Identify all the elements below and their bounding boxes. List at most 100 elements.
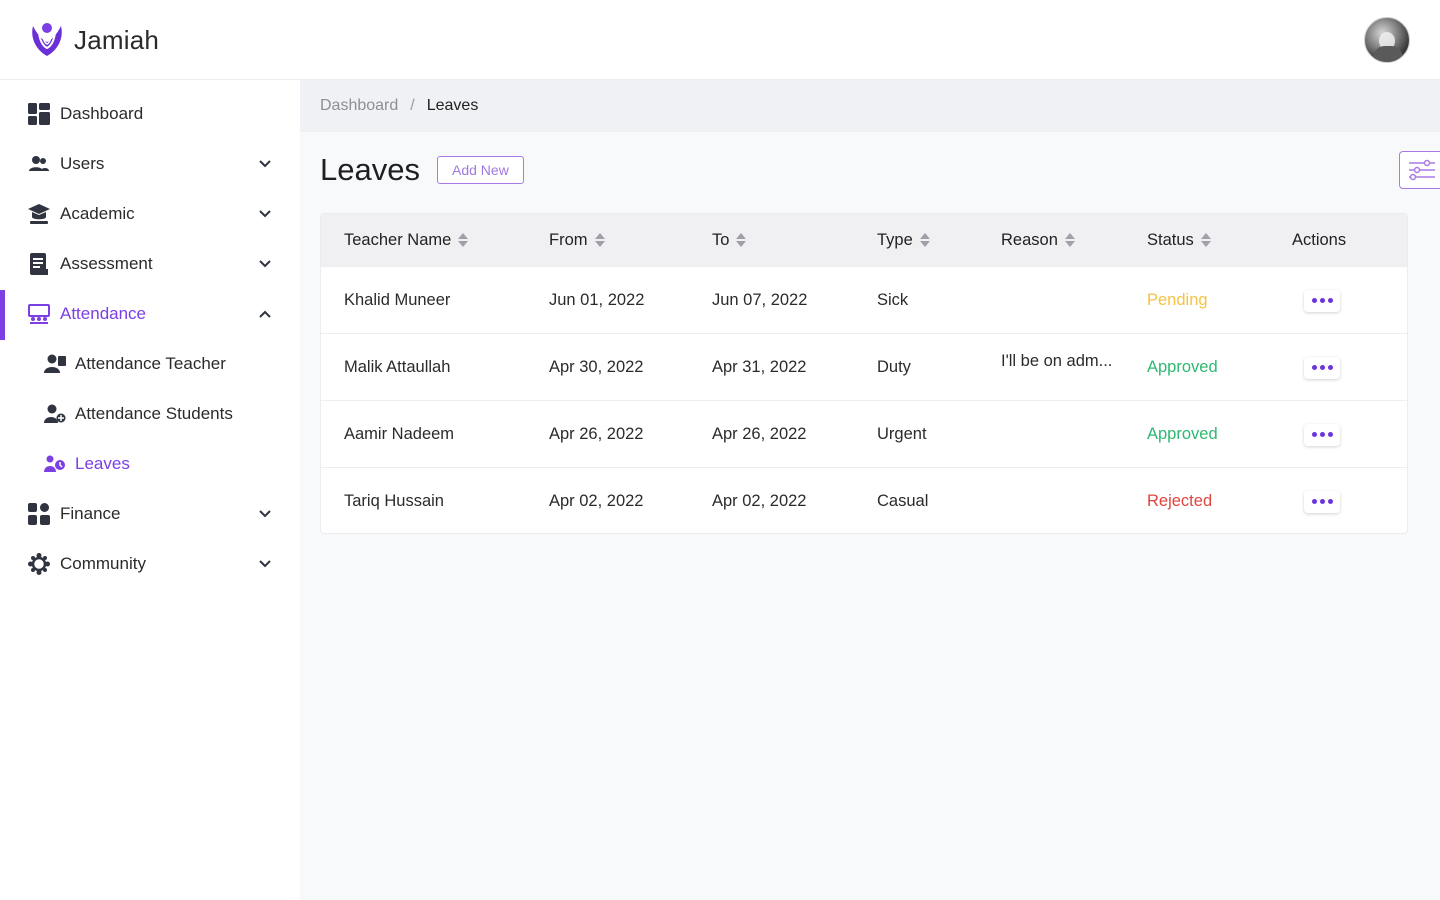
sidebar-item-dashboard[interactable]: Dashboard <box>0 94 300 134</box>
breadcrumb-dashboard-link[interactable]: Dashboard <box>320 97 398 115</box>
breadcrumb-current: Leaves <box>426 97 479 114</box>
sidebar-item-label: Leaves <box>75 454 130 473</box>
sidebar-item-users[interactable]: Users <box>0 144 300 184</box>
community-icon <box>28 553 50 575</box>
cell-type: Urgent <box>877 425 927 443</box>
cell-teacher-name: Tariq Hussain <box>344 492 444 510</box>
chevron-down-icon <box>259 210 271 218</box>
sort-icon <box>594 233 605 247</box>
column-header-from[interactable]: From <box>549 214 605 266</box>
sort-icon <box>736 233 747 247</box>
column-header-label: Teacher Name <box>344 230 452 249</box>
cell-type: Duty <box>877 358 911 376</box>
ellipsis-icon <box>1311 432 1317 437</box>
logo-icon <box>32 23 62 56</box>
table-row[interactable]: Tariq Hussain Apr 02, 2022 Apr 02, 2022 … <box>321 467 1407 533</box>
users-icon <box>28 153 50 175</box>
cell-reason <box>1001 468 1136 533</box>
sort-icon <box>1064 233 1075 247</box>
teacher-icon <box>44 353 66 375</box>
avatar-body <box>1373 46 1403 62</box>
more-actions-button[interactable] <box>1304 423 1340 446</box>
column-header-actions: Actions <box>1292 214 1346 266</box>
column-header-label: Type <box>877 230 913 249</box>
cell-to: Jun 07, 2022 <box>712 291 808 309</box>
sidebar-item-label: Community <box>60 554 146 573</box>
cell-actions <box>1292 468 1340 533</box>
more-actions-button[interactable] <box>1304 289 1340 312</box>
sidebar-item-attendance-teacher[interactable]: Attendance Teacher <box>0 344 300 384</box>
ellipsis-icon <box>1311 365 1317 370</box>
column-header-label: From <box>549 230 588 249</box>
add-new-button[interactable]: Add New <box>437 156 524 184</box>
sort-icon <box>919 233 930 247</box>
cell-actions <box>1292 401 1340 468</box>
sidebar-item-label: Users <box>60 154 105 173</box>
cell-actions <box>1292 334 1340 401</box>
sidebar-item-label: Attendance Teacher <box>75 354 226 373</box>
more-actions-button[interactable] <box>1304 490 1340 513</box>
column-header-teacher-name[interactable]: Teacher Name <box>344 214 469 266</box>
more-actions-button[interactable] <box>1304 356 1340 379</box>
sort-icon <box>458 233 469 247</box>
page-title: Leaves <box>320 152 420 187</box>
sidebar-item-finance[interactable]: Finance <box>0 494 300 534</box>
dashboard-icon <box>28 103 50 125</box>
sidebar: Dashboard Users Academic Assessment Atte… <box>0 80 300 900</box>
cell-status: Rejected <box>1147 492 1213 510</box>
clipboard-icon <box>28 253 50 275</box>
cell-teacher-name: Aamir Nadeem <box>344 425 455 443</box>
graduation-cap-icon <box>28 203 50 225</box>
brand-name: Jamiah <box>74 24 160 55</box>
leaves-icon <box>44 453 66 475</box>
sidebar-item-label: Finance <box>60 504 121 523</box>
sidebar-item-label: Academic <box>60 204 135 223</box>
table-header: Teacher Name From To Type Reason Status … <box>321 214 1407 266</box>
cell-from: Apr 02, 2022 <box>549 492 644 510</box>
chevron-down-icon <box>259 560 271 568</box>
sidebar-item-label: Assessment <box>60 254 153 273</box>
sidebar-item-community[interactable]: Community <box>0 544 300 584</box>
ellipsis-icon <box>1311 298 1317 303</box>
finance-icon <box>28 503 50 525</box>
column-header-to[interactable]: To <box>712 214 747 266</box>
sidebar-item-leaves[interactable]: Leaves <box>0 444 300 484</box>
cell-reason: I'll be on adm... <box>1001 352 1113 370</box>
classroom-icon <box>28 303 50 325</box>
column-header-reason[interactable]: Reason <box>1001 214 1075 266</box>
cell-to: Apr 02, 2022 <box>712 492 807 510</box>
sidebar-item-attendance-students[interactable]: Attendance Students <box>0 394 300 434</box>
column-header-label: Status <box>1147 230 1194 249</box>
table-row[interactable]: Malik Attaullah Apr 30, 2022 Apr 31, 202… <box>321 333 1407 401</box>
table-row[interactable]: Aamir Nadeem Apr 26, 2022 Apr 26, 2022 U… <box>321 400 1407 468</box>
avatar[interactable] <box>1364 17 1410 63</box>
sidebar-item-label: Attendance <box>60 304 147 323</box>
sidebar-item-academic[interactable]: Academic <box>0 194 300 234</box>
table-row[interactable]: Khalid Muneer Jun 01, 2022 Jun 07, 2022 … <box>321 266 1407 334</box>
cell-status: Pending <box>1147 291 1208 309</box>
filter-button[interactable] <box>1399 151 1440 189</box>
sort-icon <box>1200 233 1211 247</box>
logo[interactable]: Jamiah <box>28 20 159 60</box>
cell-status: Approved <box>1147 425 1218 443</box>
sidebar-item-attendance[interactable]: Attendance <box>0 294 300 334</box>
cell-teacher-name: Malik Attaullah <box>344 358 451 376</box>
cell-status: Approved <box>1147 358 1218 376</box>
column-header-status[interactable]: Status <box>1147 214 1211 266</box>
cell-to: Apr 31, 2022 <box>712 358 807 376</box>
app-root: Jamiah Dashboard Users Academic Assessme… <box>0 0 1440 900</box>
leaves-table: Teacher Name From To Type Reason Status … <box>320 213 1408 534</box>
sidebar-item-assessment[interactable]: Assessment <box>0 244 300 284</box>
cell-teacher-name: Khalid Muneer <box>344 291 451 309</box>
cell-from: Apr 26, 2022 <box>549 425 644 443</box>
breadcrumb: Dashboard / Leaves <box>300 80 1440 132</box>
column-header-label: Reason <box>1001 230 1058 249</box>
cell-type: Sick <box>877 291 909 309</box>
sliders-icon <box>1409 159 1435 181</box>
chevron-down-icon <box>259 260 271 268</box>
column-header-type[interactable]: Type <box>877 214 930 266</box>
cell-from: Jun 01, 2022 <box>549 291 645 309</box>
main-content: Dashboard / Leaves Leaves Add New Teache… <box>300 80 1440 900</box>
cell-reason <box>1001 267 1136 334</box>
column-header-label: To <box>712 230 730 249</box>
